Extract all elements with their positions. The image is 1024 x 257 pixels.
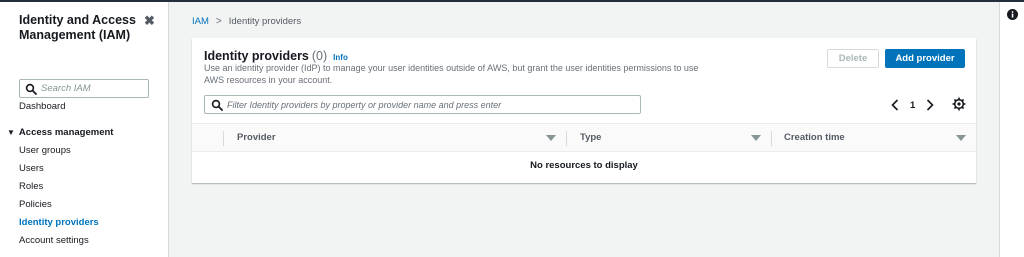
filter-bar [204,95,641,114]
sidebar-item-identity-providers[interactable]: Identity providers [19,217,99,228]
sort-down-icon[interactable] [751,135,761,141]
identity-providers-panel: Identity providers (0) Info Use an identit… [192,38,976,183]
sidebar-section-label: Access management [18,127,114,138]
search-icon [211,99,223,111]
chevron-right-icon[interactable] [924,98,936,112]
chevron-left-icon[interactable] [889,98,901,112]
help-panel-strip [999,2,1024,257]
sidebar-search [19,79,149,98]
sidebar-item-account-settings[interactable]: Account settings [19,235,89,246]
add-provider-button[interactable]: Add provider [885,49,965,68]
filter-input[interactable] [227,97,635,112]
delete-button[interactable]: Delete [827,49,879,68]
sidebar-title: Identity and Access Management (IAM) [19,13,136,42]
sidebar-item-dashboard[interactable]: Dashboard [19,101,65,112]
panel-header: Identity providers (0) Info [204,49,348,63]
column-divider [223,131,224,146]
sort-down-icon[interactable] [546,135,556,141]
gear-icon[interactable] [952,97,966,111]
sidebar-item-policies[interactable]: Policies [19,199,52,210]
empty-state: No resources to display [530,160,638,171]
breadcrumb: IAM > Identity providers [192,16,301,27]
sidebar-search-input[interactable] [41,81,145,96]
sidebar: Identity and Access Management (IAM) ✖ D… [0,2,169,257]
column-header-type[interactable]: Type [580,132,601,143]
close-icon[interactable]: ✖ [144,13,155,29]
breadcrumb-current: Identity providers [228,16,302,27]
info-link[interactable]: Info [333,53,348,62]
sidebar-item-user-groups[interactable]: User groups [19,145,71,156]
column-header-creation-time[interactable]: Creation time [784,132,845,143]
sidebar-item-users[interactable]: Users [19,163,44,174]
caret-down-icon: ▼ [7,128,15,137]
column-divider [566,131,567,146]
panel-count: (0) [311,49,328,63]
column-divider [771,131,772,146]
sort-down-icon[interactable] [956,135,966,141]
breadcrumb-iam-link[interactable]: IAM [192,16,209,27]
panel-description: Use an identity provider (IdP) to manage… [204,63,699,85]
sidebar-section-access-management[interactable]: ▼ Access management [7,127,113,138]
info-icon[interactable] [1007,9,1018,20]
column-header-provider[interactable]: Provider [237,132,276,143]
table-header: Provider Type Creation time [192,123,976,152]
search-icon [25,83,37,95]
chevron-right-icon: > [215,16,222,27]
panel-title: Identity providers [204,49,309,63]
page-number[interactable]: 1 [910,100,915,111]
sidebar-item-roles[interactable]: Roles [19,181,43,192]
pagination: 1 [889,97,936,113]
